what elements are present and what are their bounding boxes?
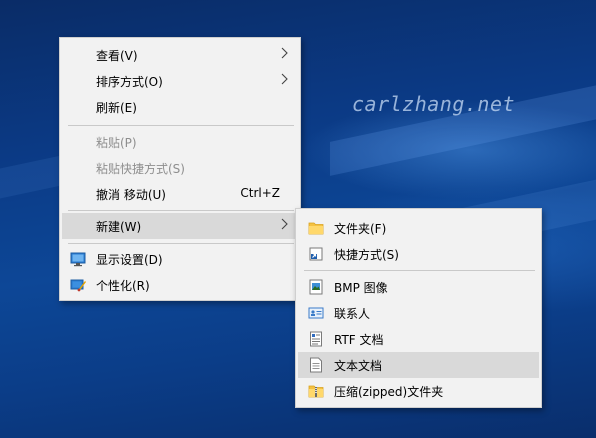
menu-item-display-settings[interactable]: 显示设置(D) <box>62 246 298 272</box>
menu-item-label: 查看(V) <box>96 49 138 63</box>
menu-item-label: 粘贴快捷方式(S) <box>96 162 185 176</box>
submenu-item-label: 压缩(zipped)文件夹 <box>334 385 444 399</box>
menu-separator <box>68 210 294 211</box>
bmp-image-icon <box>308 279 324 295</box>
menu-item-paste[interactable]: 粘贴(P) <box>62 129 298 155</box>
new-submenu: 文件夹(F) 快捷方式(S) BMP 图像 联系人 RTF 文档 文本文档 压缩… <box>295 208 542 408</box>
menu-item-new[interactable]: 新建(W) <box>62 213 298 239</box>
text-document-icon <box>308 357 324 373</box>
menu-item-personalize[interactable]: 个性化(R) <box>62 272 298 298</box>
menu-item-sort-by[interactable]: 排序方式(O) <box>62 68 298 94</box>
submenu-item-label: 联系人 <box>334 307 371 321</box>
personalize-icon <box>70 277 86 293</box>
submenu-item-bmp-image[interactable]: BMP 图像 <box>298 274 539 300</box>
submenu-item-label: 文本文档 <box>334 359 383 373</box>
menu-item-refresh[interactable]: 刷新(E) <box>62 94 298 120</box>
menu-separator <box>68 125 294 126</box>
folder-icon <box>308 220 324 236</box>
menu-item-label: 刷新(E) <box>96 101 137 115</box>
menu-item-label: 个性化(R) <box>96 279 150 293</box>
submenu-item-label: RTF 文档 <box>334 333 384 347</box>
submenu-item-rtf-document[interactable]: RTF 文档 <box>298 326 539 352</box>
watermark-text: carlzhang.net <box>352 92 516 116</box>
menu-item-label: 新建(W) <box>96 220 142 234</box>
zip-folder-icon <box>308 383 324 399</box>
desktop-context-menu: 查看(V) 排序方式(O) 刷新(E) 粘贴(P) 粘贴快捷方式(S) 撤消 移… <box>59 37 301 301</box>
chevron-right-icon <box>281 47 288 62</box>
submenu-item-folder[interactable]: 文件夹(F) <box>298 215 539 241</box>
menu-item-shortcut: Ctrl+Z <box>240 186 280 200</box>
submenu-item-text-document[interactable]: 文本文档 <box>298 352 539 378</box>
menu-item-label: 显示设置(D) <box>96 253 163 267</box>
submenu-item-label: 快捷方式(S) <box>334 248 399 262</box>
menu-separator <box>68 243 294 244</box>
menu-item-undo-move[interactable]: 撤消 移动(U) Ctrl+Z <box>62 181 298 207</box>
chevron-right-icon <box>281 218 288 233</box>
submenu-item-contact[interactable]: 联系人 <box>298 300 539 326</box>
display-settings-icon <box>70 251 86 267</box>
shortcut-icon <box>308 246 324 262</box>
contact-card-icon <box>308 305 324 321</box>
chevron-right-icon <box>281 73 288 88</box>
menu-item-label: 撤消 移动(U) <box>96 188 166 202</box>
submenu-item-shortcut[interactable]: 快捷方式(S) <box>298 241 539 267</box>
menu-item-label: 排序方式(O) <box>96 75 163 89</box>
submenu-item-label: 文件夹(F) <box>334 222 387 236</box>
menu-item-paste-shortcut[interactable]: 粘贴快捷方式(S) <box>62 155 298 181</box>
submenu-item-zip-folder[interactable]: 压缩(zipped)文件夹 <box>298 378 539 404</box>
menu-separator <box>304 270 535 271</box>
menu-item-label: 粘贴(P) <box>96 136 137 150</box>
menu-item-view[interactable]: 查看(V) <box>62 42 298 68</box>
rtf-document-icon <box>308 331 324 347</box>
submenu-item-label: BMP 图像 <box>334 281 388 295</box>
